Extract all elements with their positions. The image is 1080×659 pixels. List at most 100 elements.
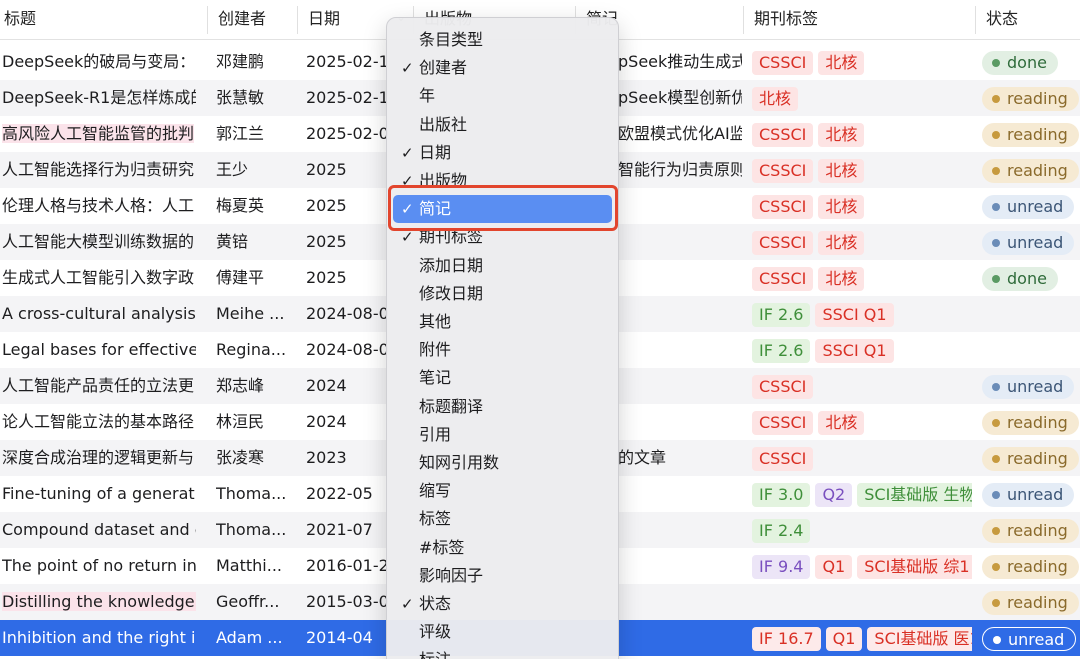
- journal-tag: 北核: [818, 266, 865, 291]
- title-text: Fine-tuning of a generati: [2, 484, 196, 503]
- cell-note: [618, 548, 742, 584]
- menu-item-15[interactable]: 知网引用数: [393, 449, 612, 477]
- cell-note: [618, 332, 742, 368]
- cell-status: reading: [982, 404, 1080, 440]
- menu-item-label: 标题翻译: [419, 396, 484, 416]
- cell-status: done: [982, 44, 1080, 80]
- cell-title: DeepSeek的破局与变局：: [2, 44, 196, 80]
- title-text: Legal bases for effective: [2, 340, 196, 359]
- menu-item-10[interactable]: 其他: [393, 308, 612, 336]
- title-text: The point of no return in: [2, 556, 196, 575]
- cell-note: 智能行为归责原则: [618, 160, 742, 179]
- cell-note: [618, 584, 742, 620]
- column-divider[interactable]: [743, 6, 744, 34]
- cell-creator: 邓建鹏: [216, 52, 265, 71]
- journal-tag: 北核: [818, 158, 865, 183]
- cell-creator: 郭江兰: [216, 124, 265, 143]
- menu-item-20[interactable]: ✓ 状态: [393, 590, 612, 618]
- cell-title: 人工智能产品责任的立法更: [2, 368, 196, 404]
- cell-creator: Thoma...: [216, 484, 286, 503]
- status-badge: reading: [982, 122, 1079, 147]
- cell-journal-tags: CSSCI: [752, 368, 972, 404]
- menu-item-0[interactable]: 条目类型: [393, 26, 612, 54]
- menu-item-16[interactable]: 缩写: [393, 477, 612, 505]
- journal-tag: SCI基础版 综1: [857, 554, 972, 579]
- status-label: reading: [1007, 448, 1068, 468]
- menu-item-label: 影响因子: [419, 565, 484, 585]
- menu-item-7[interactable]: ✓ 期刊标签: [393, 223, 612, 251]
- status-badge: unread: [982, 482, 1075, 507]
- menu-item-4[interactable]: ✓ 日期: [393, 139, 612, 167]
- menu-item-label: 添加日期: [419, 255, 484, 275]
- cell-note: [618, 188, 742, 224]
- cell-date: 2025: [306, 196, 347, 215]
- cell-status: reading: [982, 512, 1080, 548]
- status-label: done: [1007, 52, 1047, 72]
- journal-tag: IF 2.4: [752, 518, 811, 543]
- menu-item-17[interactable]: 标签: [393, 505, 612, 533]
- menu-item-label: 笔记: [419, 368, 452, 388]
- menu-item-label: 条目类型: [419, 30, 484, 49]
- menu-item-12[interactable]: 笔记: [393, 364, 612, 392]
- menu-item-label: 日期: [419, 142, 452, 162]
- status-badge: reading: [982, 86, 1079, 111]
- cell-journal-tags: CSSCI 北核: [752, 44, 972, 80]
- cell-journal-tags: IF 3.0 Q2 SCI基础版 生物: [752, 476, 972, 512]
- journal-tag: IF 3.0: [752, 482, 811, 507]
- title-text: 伦理人格与技术人格：人工: [2, 196, 195, 215]
- status-badge: reading: [982, 518, 1079, 543]
- menu-item-9[interactable]: 修改日期: [393, 280, 612, 308]
- status-label: reading: [1007, 520, 1068, 540]
- cell-status: reading: [982, 116, 1080, 152]
- menu-item-21[interactable]: 评级: [393, 618, 612, 646]
- menu-item-19[interactable]: 影响因子: [393, 562, 612, 590]
- header-col-title[interactable]: 标题: [2, 0, 36, 40]
- cell-journal-tags: IF 2.4: [752, 512, 972, 548]
- column-divider[interactable]: [975, 6, 976, 34]
- cell-title: 深度合成治理的逻辑更新与: [2, 440, 196, 476]
- cell-title: 人工智能选择行为归责研究: [2, 152, 196, 188]
- title-text: 人工智能选择行为归责研究: [2, 160, 195, 179]
- journal-tag: CSSCI: [752, 374, 814, 399]
- journal-tag: 北核: [818, 410, 865, 435]
- cell-date: 2014-04: [306, 628, 373, 647]
- menu-item-5[interactable]: ✓ 出版物: [393, 167, 612, 195]
- menu-item-1[interactable]: ✓ 创建者: [393, 54, 612, 82]
- menu-item-label: 附件: [419, 340, 452, 360]
- cell-journal-tags: 北核: [752, 80, 972, 116]
- journal-tag: 北核: [818, 122, 865, 147]
- status-label: reading: [1007, 88, 1068, 108]
- menu-item-8[interactable]: 添加日期: [393, 252, 612, 280]
- status-badge: done: [982, 50, 1058, 75]
- cell-journal-tags: IF 9.4 Q1 SCI基础版 综1: [752, 548, 972, 584]
- menu-item-18[interactable]: #标签: [393, 534, 612, 562]
- column-divider[interactable]: [297, 6, 298, 34]
- cell-creator: 张慧敏: [216, 88, 265, 107]
- status-badge: reading: [982, 590, 1079, 615]
- cell-date: 2021-07: [306, 520, 373, 539]
- menu-item-label: 引用: [419, 424, 452, 444]
- menu-item-label: 年: [419, 86, 436, 106]
- column-divider[interactable]: [207, 6, 208, 34]
- menu-item-14[interactable]: 引用: [393, 421, 612, 449]
- menu-item-13[interactable]: 标题翻译: [393, 393, 612, 421]
- status-dot-icon: [992, 526, 1000, 535]
- cell-date: 2024: [306, 376, 347, 395]
- cell-note: [618, 224, 742, 260]
- status-dot-icon: [992, 94, 1000, 103]
- cell-date: 2016-01-2: [306, 556, 389, 575]
- header-col-status[interactable]: 状态: [984, 0, 1018, 40]
- menu-item-11[interactable]: 附件: [393, 336, 612, 364]
- header-col-date[interactable]: 日期: [306, 0, 340, 40]
- menu-item-2[interactable]: 年: [393, 82, 612, 110]
- menu-item-22[interactable]: 标注: [393, 646, 612, 659]
- header-col-journal-tags[interactable]: 期刊标签: [752, 0, 818, 40]
- journal-tag: CSSCI: [752, 50, 814, 75]
- menu-item-label: 期刊标签: [419, 227, 484, 247]
- cell-creator: 郑志峰: [216, 376, 265, 395]
- cell-note: [618, 404, 742, 440]
- header-col-creator[interactable]: 创建者: [216, 0, 266, 40]
- menu-item-3[interactable]: 出版社: [393, 111, 612, 139]
- menu-item-6[interactable]: ✓ 简记: [393, 195, 612, 224]
- cell-creator: Regina...: [216, 340, 286, 359]
